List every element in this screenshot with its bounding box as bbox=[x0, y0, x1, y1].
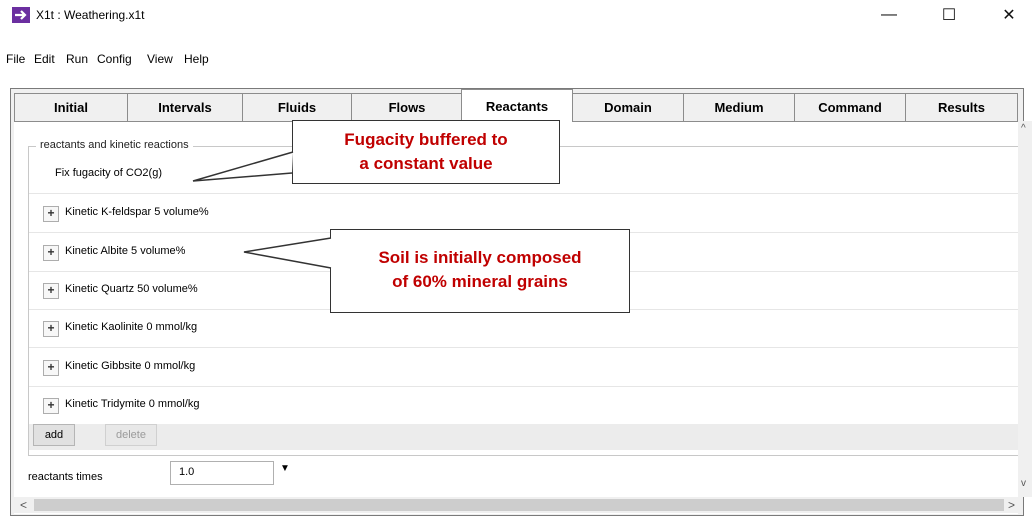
callout-pointers bbox=[192, 151, 332, 269]
